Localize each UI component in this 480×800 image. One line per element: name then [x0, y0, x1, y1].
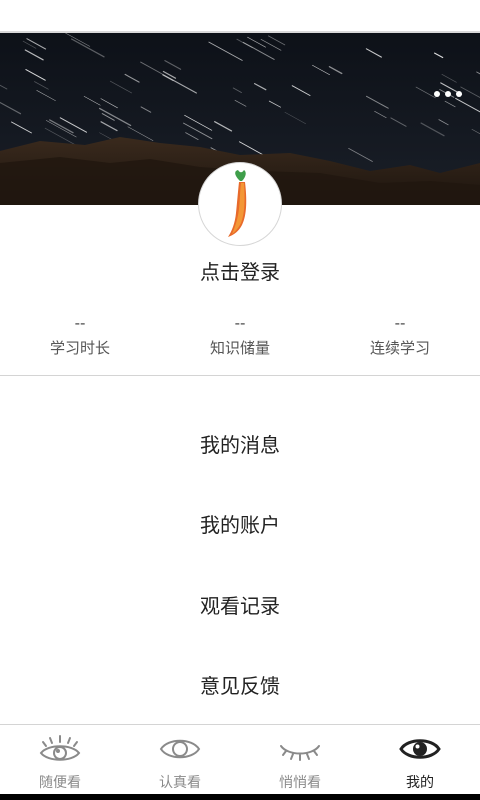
dot-icon	[434, 91, 440, 97]
dot-icon	[456, 91, 462, 97]
menu-item-account[interactable]: 我的账户	[0, 484, 480, 565]
eye-filled-icon	[399, 739, 441, 759]
avatar[interactable]	[198, 162, 282, 246]
tab-browse[interactable]: 随便看	[0, 725, 120, 795]
stat-study-time: -- 学习时长	[0, 312, 160, 362]
stat-value: --	[74, 314, 86, 332]
dot-icon	[445, 91, 451, 97]
tab-focus[interactable]: 认真看	[120, 725, 240, 795]
stats-row: -- 学习时长 -- 知识储量 -- 连续学习	[0, 312, 480, 362]
bottom-edge	[0, 794, 480, 800]
stat-label: 知识储量	[209, 339, 270, 357]
stat-value: --	[394, 314, 406, 332]
menu-item-messages[interactable]: 我的消息	[0, 403, 480, 484]
stat-streak: -- 连续学习	[320, 312, 480, 362]
status-bar	[0, 0, 480, 33]
tab-me[interactable]: 我的	[360, 725, 480, 795]
more-options-button[interactable]	[428, 83, 468, 105]
menu-list: 我的消息 我的账户 观看记录 意见反馈	[0, 403, 480, 725]
stat-label: 连续学习	[369, 339, 430, 357]
eye-lashes-icon	[39, 735, 81, 761]
menu-item-feedback[interactable]: 意见反馈	[0, 645, 480, 726]
eye-closed-icon	[280, 745, 320, 761]
tab-label: 悄悄看	[279, 775, 321, 791]
tab-label: 我的	[406, 775, 434, 791]
tab-peek[interactable]: 悄悄看	[240, 725, 360, 795]
stat-value: --	[234, 314, 246, 332]
tab-label: 认真看	[159, 775, 201, 791]
menu-item-history[interactable]: 观看记录	[0, 564, 480, 645]
stat-knowledge: -- 知识储量	[160, 312, 320, 362]
eye-outline-icon	[159, 739, 201, 759]
bottom-tab-bar: 随便看 认真看 悄悄看 我的	[0, 724, 480, 795]
divider	[0, 375, 480, 376]
stat-label: 学习时长	[49, 339, 110, 357]
chili-logo-icon	[228, 170, 247, 237]
login-link[interactable]: 点击登录	[0, 256, 480, 285]
tab-label: 随便看	[39, 775, 81, 791]
